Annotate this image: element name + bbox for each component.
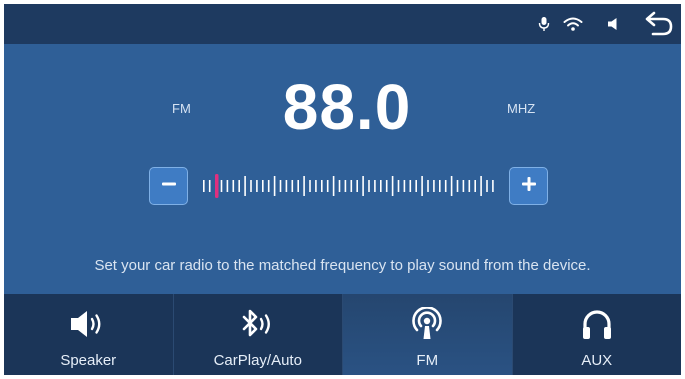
nav-item-carplay-auto[interactable]: CarPlay/Auto [174,294,343,375]
dial-tick [374,180,376,192]
nav-item-fm[interactable]: FM [343,294,513,375]
dial-tick [480,176,482,196]
dial-tick [433,180,435,192]
volume-icon[interactable] [606,4,620,44]
frequency-needle [215,174,219,198]
dial-tick [226,180,229,192]
minus-icon [161,176,177,197]
dial-tick [427,180,429,192]
back-arrow-icon[interactable] [642,4,676,44]
dial-tick [474,180,476,192]
nav-item-label: Speaker [60,352,117,369]
frequency-dial[interactable] [197,172,499,200]
dial-tick [279,180,282,192]
dial-tick [232,180,235,192]
dial-tick [444,180,447,192]
wifi-icon [562,4,584,44]
dial-tick [439,180,441,192]
dial-tick [356,180,358,192]
dial-tick [285,180,288,192]
status-bar [4,4,681,44]
dial-tick [350,180,353,192]
dial-tick [486,180,488,192]
dial-tick [208,180,211,192]
band-label: FM [172,101,191,116]
dial-tick [468,180,471,192]
nav-item-label: FM [416,352,439,369]
plus-icon [521,176,537,197]
dial-tick [391,176,394,196]
dial-tick [315,180,317,192]
dial-tick [238,180,240,192]
bottom-nav: Speaker CarPlay/Auto FM AUX [4,294,681,375]
nav-item-aux[interactable]: AUX [513,294,682,375]
dial-tick [256,180,258,192]
dial-tick [297,180,299,192]
frequency-display: 88.0 [282,71,412,143]
dial-tick [262,180,264,192]
dial-tick [321,180,323,192]
decrease-frequency-button[interactable] [149,167,188,205]
dial-tick [338,180,341,192]
unit-label: MHZ [507,101,536,116]
dial-tick [332,176,335,196]
dial-tick [380,180,382,192]
dial-tick [409,180,412,192]
nav-item-label: CarPlay/Auto [213,352,302,369]
mic-icon [536,4,552,44]
dial-tick [385,180,388,192]
dial-tick [403,180,406,192]
dial-ticks [203,176,494,196]
dial-tick [368,180,370,192]
dial-tick [326,180,329,192]
fm-transmitter-screen: FM 88.0 MHZ Set your car radio to the ma… [4,4,681,375]
dial-tick [492,180,494,192]
dial-tick [415,180,417,192]
dial-tick [244,176,246,196]
dial-tick [421,176,423,196]
dial-tick [456,180,459,192]
dial-tick [250,180,252,192]
speaker-icon [4,306,173,342]
headphones-icon [513,306,682,342]
increase-frequency-button[interactable] [509,167,548,205]
nav-item-label: AUX [581,352,613,369]
dial-tick [273,176,276,196]
dial-tick [267,180,270,192]
dial-tick [450,176,453,196]
dial-tick [462,180,465,192]
nav-item-speaker[interactable]: Speaker [4,294,174,375]
dial-tick [309,180,311,192]
instruction-text: Set your car radio to the matched freque… [94,257,591,274]
dial-tick [397,180,400,192]
dial-tick [291,180,294,192]
dial-tick [344,180,347,192]
dial-tick [303,176,305,196]
dial-tick [220,180,223,192]
dial-tick [203,180,205,192]
broadcast-icon [343,306,512,342]
bluetooth-audio-icon [174,306,343,342]
dial-tick [362,176,364,196]
